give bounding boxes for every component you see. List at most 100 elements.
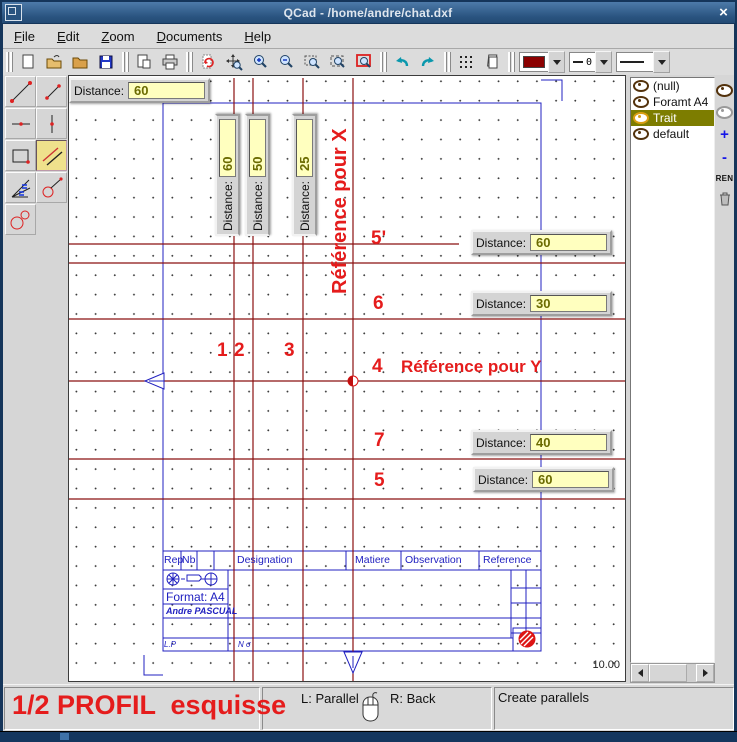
distance-input[interactable]: 60 bbox=[532, 471, 609, 488]
toolbar-handle[interactable] bbox=[508, 52, 515, 72]
distance-input[interactable]: 50 bbox=[249, 119, 266, 177]
eye-icon[interactable] bbox=[633, 112, 649, 124]
draw-circles-button[interactable] bbox=[5, 204, 36, 235]
annotation-5: 5 bbox=[374, 470, 385, 492]
eye-icon[interactable] bbox=[633, 80, 649, 92]
draw-line-segment-button[interactable] bbox=[36, 76, 67, 107]
zoom-in-button[interactable] bbox=[247, 50, 273, 74]
layer-name: Trait bbox=[653, 111, 677, 125]
tool-options-distance: Distance: 60 bbox=[69, 78, 210, 103]
close-icon: × bbox=[719, 4, 728, 21]
open-file-button[interactable] bbox=[41, 50, 67, 74]
undo-icon bbox=[393, 53, 411, 71]
rename-layer-button[interactable]: REN bbox=[715, 169, 734, 188]
redo-icon bbox=[419, 53, 437, 71]
grid-toggle-button[interactable] bbox=[453, 50, 479, 74]
toolbar-handle[interactable] bbox=[6, 52, 13, 72]
zoom-window-button[interactable] bbox=[299, 50, 325, 74]
titleblock-header-designation: Designation bbox=[237, 554, 292, 566]
color-dropdown-button[interactable] bbox=[548, 51, 565, 73]
pan-zoom-icon bbox=[225, 53, 243, 71]
eye-icon[interactable] bbox=[633, 96, 649, 108]
draw-rectangle-button[interactable] bbox=[5, 140, 36, 171]
draw-line-button[interactable] bbox=[5, 76, 36, 107]
layer-row-format[interactable]: Foramt A4 bbox=[631, 94, 714, 110]
color-select[interactable] bbox=[519, 52, 565, 72]
left-click-hint: L: Parallel bbox=[301, 691, 359, 706]
distance-input[interactable]: 25 bbox=[296, 119, 313, 177]
menu-bar: File Edit Zoom Documents Help bbox=[3, 24, 734, 49]
rectangle-icon bbox=[8, 143, 34, 169]
redraw-button[interactable] bbox=[195, 50, 221, 74]
zoom-previous-icon bbox=[355, 53, 373, 71]
print-preview-button[interactable] bbox=[131, 50, 157, 74]
draw-tangent-button[interactable] bbox=[36, 172, 67, 203]
menu-documents[interactable]: Documents bbox=[146, 26, 234, 47]
scroll-thumb[interactable] bbox=[649, 664, 687, 682]
draw-bisector-button[interactable] bbox=[5, 172, 36, 203]
toolbar-handle[interactable] bbox=[122, 52, 129, 72]
distance-label: Distance: bbox=[251, 181, 265, 231]
clipboard-button[interactable] bbox=[479, 50, 505, 74]
zoom-out-button[interactable] bbox=[273, 50, 299, 74]
scroll-right-button[interactable] bbox=[696, 664, 714, 682]
hide-all-layers-button[interactable] bbox=[715, 103, 734, 122]
drawing-canvas[interactable]: Rep Nb Designation Matiere Observation R… bbox=[68, 75, 626, 682]
layer-row-trait[interactable]: Trait bbox=[631, 110, 714, 126]
delete-layer-button[interactable] bbox=[715, 189, 734, 208]
app-icon[interactable] bbox=[5, 4, 22, 21]
layer-list[interactable]: (null) Foramt A4 Trait default bbox=[630, 77, 715, 663]
distance-input[interactable]: 60 bbox=[530, 234, 607, 251]
close-button[interactable]: × bbox=[714, 4, 733, 21]
annotation-5prime: 5' bbox=[371, 228, 386, 250]
distance-input[interactable]: 60 bbox=[219, 119, 236, 177]
remove-layer-button[interactable]: - bbox=[715, 148, 734, 167]
titleblock-header-reference: Reference bbox=[483, 554, 531, 566]
line-style-select[interactable] bbox=[616, 52, 670, 72]
eye-icon[interactable] bbox=[633, 128, 649, 140]
layer-list-scrollbar[interactable] bbox=[630, 663, 715, 683]
line-width-select[interactable]: 0 bbox=[569, 52, 612, 72]
line-icon bbox=[8, 79, 34, 105]
window-title: QCad - /home/andre/chat.dxf bbox=[22, 6, 714, 20]
distance-input[interactable]: 60 bbox=[128, 82, 205, 99]
menu-help[interactable]: Help bbox=[233, 26, 282, 47]
toolbar-handle[interactable] bbox=[444, 52, 451, 72]
layer-row-default[interactable]: default bbox=[631, 126, 714, 142]
parallel-lines-icon bbox=[39, 143, 65, 169]
menu-file[interactable]: File bbox=[3, 26, 46, 47]
show-all-layers-button[interactable] bbox=[715, 81, 734, 100]
draw-vertical-line-button[interactable] bbox=[36, 108, 67, 139]
zoom-previous-button[interactable] bbox=[351, 50, 377, 74]
save-button[interactable] bbox=[93, 50, 119, 74]
folder-icon bbox=[71, 53, 89, 71]
mouse-icon bbox=[359, 690, 383, 726]
distance-input[interactable]: 40 bbox=[530, 434, 607, 451]
window-grip[interactable] bbox=[60, 733, 69, 740]
scroll-left-button[interactable] bbox=[631, 664, 649, 682]
style-dropdown-button[interactable] bbox=[653, 51, 670, 73]
distance-input[interactable]: 30 bbox=[530, 295, 607, 312]
two-circles-icon bbox=[8, 207, 34, 233]
menu-zoom[interactable]: Zoom bbox=[90, 26, 145, 47]
menu-edit[interactable]: Edit bbox=[46, 26, 90, 47]
undo-button[interactable] bbox=[389, 50, 415, 74]
draw-parallel-button[interactable] bbox=[36, 140, 67, 171]
new-file-button[interactable] bbox=[15, 50, 41, 74]
zoom-auto-button[interactable] bbox=[325, 50, 351, 74]
layer-row-null[interactable]: (null) bbox=[631, 78, 714, 94]
draw-horizontal-line-button[interactable] bbox=[5, 108, 36, 139]
distance-box-vertical-1: Distance: 60 bbox=[215, 114, 240, 236]
folder-button[interactable] bbox=[67, 50, 93, 74]
zoom-pan-button[interactable] bbox=[221, 50, 247, 74]
title-bar[interactable]: QCad - /home/andre/chat.dxf × bbox=[2, 2, 735, 23]
width-value: 0 bbox=[586, 57, 592, 68]
zoom-out-icon bbox=[277, 53, 295, 71]
toolbar-handle[interactable] bbox=[186, 52, 193, 72]
print-button[interactable] bbox=[157, 50, 183, 74]
titleblock-header-nb: Nb bbox=[182, 554, 195, 566]
width-dropdown-button[interactable] bbox=[595, 51, 612, 73]
toolbar-handle[interactable] bbox=[380, 52, 387, 72]
redo-button[interactable] bbox=[415, 50, 441, 74]
add-layer-button[interactable]: + bbox=[715, 125, 734, 144]
